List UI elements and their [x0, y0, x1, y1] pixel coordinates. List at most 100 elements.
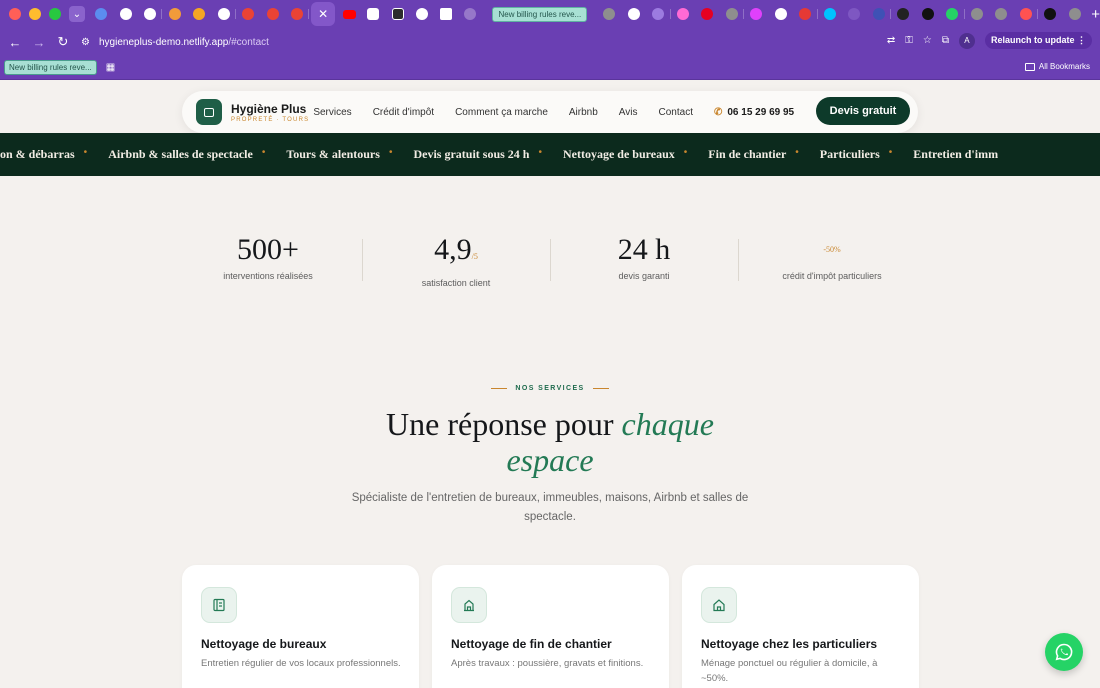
right-tab-14[interactable]: [916, 4, 941, 24]
nav-link-comment-ca-marche[interactable]: Comment ça marche: [455, 107, 548, 118]
left-tab-3[interactable]: [138, 4, 163, 24]
bookmark-star-icon[interactable]: ☆: [923, 35, 932, 46]
tab-app[interactable]: [361, 4, 385, 24]
password-key-icon[interactable]: ⚿: [905, 35, 913, 46]
right-tab-8[interactable]: [769, 4, 794, 24]
left-tab-7[interactable]: [236, 4, 261, 24]
marquee-item: Airbnb & salles de spectacle: [108, 147, 253, 161]
card-desc: Entretien régulier de vos locaux profess…: [201, 658, 401, 669]
right-tab-6[interactable]: [720, 4, 745, 24]
brand-logo-icon[interactable]: [196, 99, 222, 125]
marquee-track: aison & débarras • Airbnb & salles de spec…: [0, 147, 998, 162]
tab-app-2[interactable]: [386, 4, 410, 24]
service-card-particuliers[interactable]: Nettoyage chez les particuliers Ménage p…: [682, 565, 919, 688]
right-tab-20[interactable]: [1063, 4, 1088, 24]
left-tab-5[interactable]: [187, 4, 212, 24]
address-bar[interactable]: hygieneplus-demo.netlify.app/#contact: [99, 37, 269, 48]
right-tab-15[interactable]: [940, 4, 965, 24]
stat-value: 500+: [237, 233, 299, 266]
nav-link-airbnb[interactable]: Airbnb: [569, 107, 598, 118]
marquee-item: aison & débarras: [0, 147, 75, 161]
right-tab-18[interactable]: [1014, 4, 1039, 24]
profile-avatar[interactable]: A: [958, 32, 975, 49]
tab-group-chip[interactable]: New billing rules reve...: [486, 3, 593, 25]
left-tab-2[interactable]: [113, 4, 138, 24]
site-navbar: Hygiène Plus PROPRETÉ · TOURS Services C…: [182, 91, 918, 133]
tab-youtube[interactable]: [337, 4, 361, 24]
left-tab-4[interactable]: [162, 4, 187, 24]
right-tab-7[interactable]: [744, 4, 769, 24]
tab-app-5[interactable]: [458, 4, 482, 24]
right-tab-16[interactable]: [965, 4, 990, 24]
pinned-tabs-left: [89, 4, 310, 24]
right-tab-2[interactable]: [622, 4, 647, 24]
nav-link-credit-impot[interactable]: Crédit d'impôt: [373, 107, 434, 118]
stat-suffix: /5: [471, 252, 478, 261]
devis-gratuit-button[interactable]: Devis gratuit: [816, 97, 910, 125]
apps-grid-icon[interactable]: ▦: [106, 62, 115, 73]
phone-link[interactable]: ✆ 06 15 29 69 95: [714, 107, 794, 118]
forward-arrow-icon[interactable]: →: [27, 35, 51, 50]
stat-credit-impot: -50% crédit d'impôt particuliers: [738, 235, 926, 285]
stat-label: crédit d'impôt particuliers: [782, 271, 882, 281]
right-tab-11[interactable]: [842, 4, 867, 24]
browser-toolbar: ← → ↻ ⚙ hygieneplus-demo.netlify.app/#co…: [0, 28, 1100, 56]
back-arrow-icon[interactable]: ←: [3, 35, 27, 50]
right-tab-5[interactable]: [695, 4, 720, 24]
minimize-window-button[interactable]: [29, 8, 41, 20]
extensions-icon[interactable]: ⧉: [942, 35, 949, 46]
site-settings-icon[interactable]: ⚙: [81, 37, 95, 48]
url-domain: hygieneplus-demo.netlify.app: [99, 36, 229, 48]
stat-value: 24 h: [617, 233, 671, 266]
nav-link-avis[interactable]: Avis: [619, 107, 638, 118]
service-card-bureaux[interactable]: Nettoyage de bureaux Entretien régulier …: [182, 565, 419, 688]
marquee-item: Entretien d'imm: [913, 147, 999, 161]
close-tab-icon[interactable]: ✕: [311, 2, 336, 26]
card-desc: Ménage ponctuel ou régulier à domicile, …: [701, 658, 878, 684]
bookmark-tab-group[interactable]: New billing rules reve...: [4, 60, 97, 75]
service-card-chantier[interactable]: Nettoyage de fin de chantier Après trava…: [432, 565, 669, 688]
translate-icon[interactable]: ⇄: [887, 35, 895, 46]
whatsapp-icon[interactable]: [1045, 633, 1083, 671]
marquee-item: Particuliers: [819, 147, 880, 161]
tab-app-3[interactable]: [410, 4, 434, 24]
brand[interactable]: Hygiène Plus PROPRETÉ · TOURS: [231, 102, 309, 123]
all-bookmarks-button[interactable]: All Bookmarks: [1024, 62, 1090, 71]
stats-row: 500+ interventions réalisées 4,9/5 satis…: [174, 233, 926, 289]
left-tab-1[interactable]: [89, 4, 114, 24]
services-heading: Une réponse pour chaque espace: [0, 406, 1100, 478]
right-tab-19[interactable]: [1038, 4, 1063, 24]
heading-accent-2: espace: [506, 442, 594, 478]
marquee-separator-dot: •: [538, 147, 542, 158]
brand-name: Hygiène Plus: [231, 101, 307, 116]
right-tab-13[interactable]: [891, 4, 916, 24]
right-tab-12[interactable]: [867, 4, 892, 24]
marquee-separator-dot: •: [683, 147, 688, 158]
right-tab-10[interactable]: [818, 4, 843, 24]
left-tab-8[interactable]: [260, 4, 285, 24]
right-tab-17[interactable]: [989, 4, 1014, 24]
stat-value: -50%: [823, 245, 841, 254]
stat-interventions: 500+ interventions réalisées: [174, 235, 362, 285]
tab-app-4[interactable]: [434, 4, 458, 24]
right-tab-3[interactable]: [646, 4, 671, 24]
new-tab-icon[interactable]: +: [1091, 6, 1100, 23]
relaunch-button[interactable]: Relaunch to update ⋮: [984, 32, 1092, 49]
left-tab-6[interactable]: [211, 4, 236, 24]
card-title: Nettoyage de bureaux: [201, 637, 327, 651]
services-subtitle: Spécialiste de l'entretien de bureaux, i…: [351, 492, 749, 523]
left-tab-9[interactable]: [285, 4, 310, 24]
right-tab-9[interactable]: [793, 4, 818, 24]
marquee-separator-dot: •: [261, 147, 266, 158]
marquee-separator-dot: •: [388, 147, 393, 158]
browser-tab-strip: ⌄ ✕ New billing rules reve... +: [0, 0, 1100, 28]
card-title: Nettoyage chez les particuliers: [701, 637, 878, 651]
nav-link-contact[interactable]: Contact: [659, 107, 693, 118]
close-window-button[interactable]: [9, 8, 21, 20]
reload-icon[interactable]: ↻: [51, 34, 75, 50]
maximize-window-button[interactable]: [49, 8, 61, 20]
right-tab-4[interactable]: [671, 4, 696, 24]
tab-search-chevron-icon[interactable]: ⌄: [69, 6, 85, 22]
nav-link-services[interactable]: Services: [313, 107, 351, 118]
right-tab-1[interactable]: [597, 4, 622, 24]
